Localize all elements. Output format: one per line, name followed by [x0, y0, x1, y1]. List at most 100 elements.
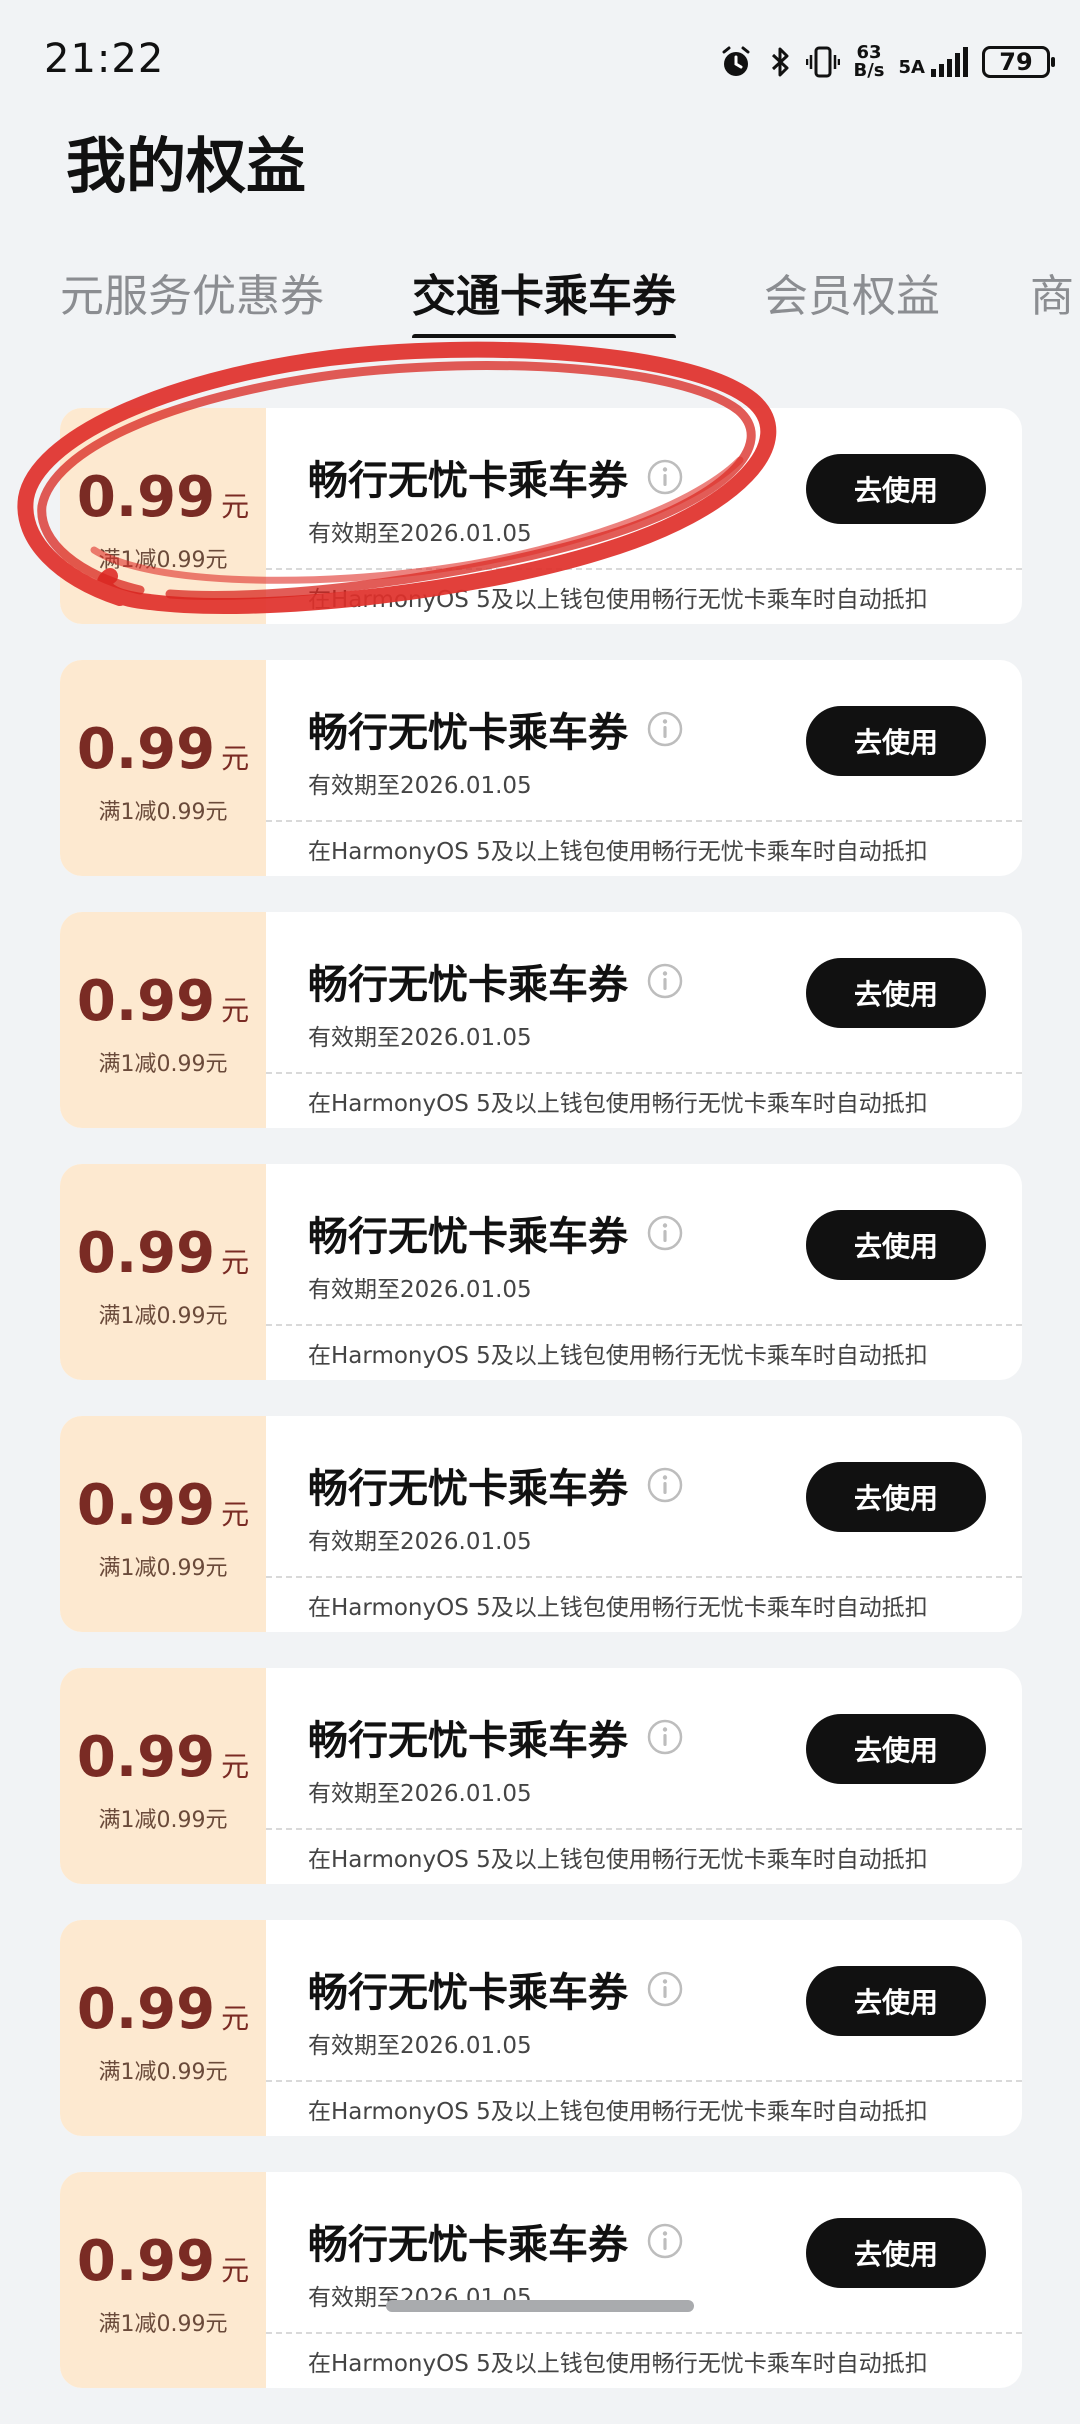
coupon-value-panel: 0.99 元 满1减0.99元: [60, 1920, 266, 2136]
coupon-details: 畅行无忧卡乘车券 有效期至2026.01.05 去使用 在HarmonyOS 5…: [266, 1164, 1022, 1380]
coupon-description: 在HarmonyOS 5及以上钱包使用畅行无忧卡乘车时自动抵扣: [308, 839, 928, 865]
coupon-description: 在HarmonyOS 5及以上钱包使用畅行无忧卡乘车时自动抵扣: [308, 1343, 928, 1369]
home-indicator[interactable]: [386, 2300, 694, 2312]
coupon-card[interactable]: 0.99 元 满1减0.99元 畅行无忧卡乘车券 有效期至2026.01.05 …: [60, 1164, 1022, 1380]
coupon-amount-row: 0.99 元: [77, 465, 249, 530]
tab-service-coupons[interactable]: 元服务优惠券: [60, 260, 324, 324]
info-icon[interactable]: [646, 1466, 684, 1504]
coupon-card[interactable]: 0.99 元 满1减0.99元 畅行无忧卡乘车券 有效期至2026.01.05 …: [60, 1920, 1022, 2136]
coupon-divider: [266, 820, 1022, 822]
coupon-divider: [266, 1828, 1022, 1830]
coupon-title: 畅行无忧卡乘车券: [308, 2222, 628, 2268]
coupon-details: 畅行无忧卡乘车券 有效期至2026.01.05 去使用 在HarmonyOS 5…: [266, 1416, 1022, 1632]
info-icon[interactable]: [646, 1718, 684, 1756]
coupon-divider: [266, 2332, 1022, 2334]
coupon-condition: 满1减0.99元: [98, 1807, 228, 1833]
use-coupon-button[interactable]: 去使用: [806, 1714, 986, 1784]
signal-icon: 5A: [899, 47, 968, 77]
coupon-unit: 元: [221, 741, 250, 775]
coupon-description: 在HarmonyOS 5及以上钱包使用畅行无忧卡乘车时自动抵扣: [308, 1595, 928, 1621]
use-coupon-button[interactable]: 去使用: [806, 706, 986, 776]
coupon-card[interactable]: 0.99 元 满1减0.99元 畅行无忧卡乘车券 有效期至2026.01.05 …: [60, 2172, 1022, 2388]
coupon-unit: 元: [221, 489, 250, 523]
coupon-validity: 有效期至2026.01.05: [308, 1781, 532, 1807]
tab-label: 会员权益: [764, 271, 940, 322]
coupon-amount-row: 0.99 元: [77, 1473, 249, 1538]
use-coupon-button[interactable]: 去使用: [806, 1966, 986, 2036]
coupon-title-row: 畅行无忧卡乘车券: [308, 1456, 684, 1514]
network-speed-unit: B/s: [853, 60, 885, 81]
coupon-title: 畅行无忧卡乘车券: [308, 1970, 628, 2016]
coupon-value-panel: 0.99 元 满1减0.99元: [60, 912, 266, 1128]
coupon-list: 0.99 元 满1减0.99元 畅行无忧卡乘车券 有效期至2026.01.05 …: [60, 408, 1022, 2424]
coupon-value-panel: 0.99 元 满1减0.99元: [60, 408, 266, 624]
coupon-card[interactable]: 0.99 元 满1减0.99元 畅行无忧卡乘车券 有效期至2026.01.05 …: [60, 1668, 1022, 1884]
coupon-unit: 元: [221, 1497, 250, 1531]
coupon-amount: 0.99: [76, 464, 216, 530]
coupon-title: 畅行无忧卡乘车券: [308, 710, 628, 756]
coupon-card[interactable]: 0.99 元 满1减0.99元 畅行无忧卡乘车券 有效期至2026.01.05 …: [60, 1416, 1022, 1632]
signal-bars: [931, 47, 968, 77]
coupon-description: 在HarmonyOS 5及以上钱包使用畅行无忧卡乘车时自动抵扣: [308, 2099, 928, 2125]
coupon-card[interactable]: 0.99 元 满1减0.99元 畅行无忧卡乘车券 有效期至2026.01.05 …: [60, 660, 1022, 876]
tab-active-indicator: [412, 334, 676, 338]
use-coupon-button[interactable]: 去使用: [806, 1462, 986, 1532]
coupon-title-row: 畅行无忧卡乘车券: [308, 2212, 684, 2270]
tab-transit-coupons[interactable]: 交通卡乘车券: [412, 260, 676, 338]
coupon-condition: 满1减0.99元: [98, 1555, 228, 1581]
coupon-title: 畅行无忧卡乘车券: [308, 458, 628, 504]
coupon-unit: 元: [221, 993, 250, 1027]
use-coupon-button[interactable]: 去使用: [806, 958, 986, 1028]
coupon-amount-row: 0.99 元: [77, 2229, 249, 2294]
coupon-details: 畅行无忧卡乘车券 有效期至2026.01.05 去使用 在HarmonyOS 5…: [266, 912, 1022, 1128]
coupon-amount-row: 0.99 元: [77, 1725, 249, 1790]
coupon-amount-row: 0.99 元: [77, 1977, 249, 2042]
info-icon[interactable]: [646, 1214, 684, 1252]
coupon-amount: 0.99: [76, 1220, 216, 1286]
coupon-unit: 元: [221, 1245, 250, 1279]
coupon-card[interactable]: 0.99 元 满1减0.99元 畅行无忧卡乘车券 有效期至2026.01.05 …: [60, 408, 1022, 624]
coupon-validity: 有效期至2026.01.05: [308, 1277, 532, 1303]
coupon-condition: 满1减0.99元: [98, 2311, 228, 2337]
info-icon[interactable]: [646, 1970, 684, 2008]
coupon-divider: [266, 2080, 1022, 2082]
coupon-unit: 元: [221, 1749, 250, 1783]
coupon-amount-row: 0.99 元: [77, 717, 249, 782]
coupon-title: 畅行无忧卡乘车券: [308, 1214, 628, 1260]
network-speed: 63 B/s: [854, 44, 885, 80]
alarm-icon: [718, 44, 754, 80]
info-icon[interactable]: [646, 962, 684, 1000]
coupon-details: 畅行无忧卡乘车券 有效期至2026.01.05 去使用 在HarmonyOS 5…: [266, 2172, 1022, 2388]
coupon-divider: [266, 1072, 1022, 1074]
coupon-title: 畅行无忧卡乘车券: [308, 1466, 628, 1512]
coupon-validity: 有效期至2026.01.05: [308, 1529, 532, 1555]
coupon-amount: 0.99: [76, 1976, 216, 2042]
tab-member-benefits[interactable]: 会员权益: [764, 260, 940, 324]
coupon-title-row: 畅行无忧卡乘车券: [308, 448, 684, 506]
coupon-divider: [266, 1576, 1022, 1578]
coupon-amount-row: 0.99 元: [77, 1221, 249, 1286]
use-coupon-button[interactable]: 去使用: [806, 1210, 986, 1280]
use-coupon-button[interactable]: 去使用: [806, 2218, 986, 2288]
page-title: 我的权益: [66, 132, 306, 202]
bluetooth-icon: [768, 44, 792, 80]
coupon-amount-row: 0.99 元: [77, 969, 249, 1034]
battery-icon: 79: [982, 46, 1055, 78]
info-icon[interactable]: [646, 458, 684, 496]
coupon-title-row: 畅行无忧卡乘车券: [308, 1960, 684, 2018]
coupon-unit: 元: [221, 2001, 250, 2035]
coupon-value-panel: 0.99 元 满1减0.99元: [60, 1668, 266, 1884]
coupon-amount: 0.99: [76, 1472, 216, 1538]
info-icon[interactable]: [646, 2222, 684, 2260]
coupon-title-row: 畅行无忧卡乘车券: [308, 952, 684, 1010]
coupon-amount: 0.99: [76, 968, 216, 1034]
use-coupon-button[interactable]: 去使用: [806, 454, 986, 524]
coupon-title: 畅行无忧卡乘车券: [308, 1718, 628, 1764]
coupon-card[interactable]: 0.99 元 满1减0.99元 畅行无忧卡乘车券 有效期至2026.01.05 …: [60, 912, 1022, 1128]
coupon-unit: 元: [221, 2253, 250, 2287]
info-icon[interactable]: [646, 710, 684, 748]
tab-more[interactable]: 商: [1030, 260, 1074, 324]
coupon-validity: 有效期至2026.01.05: [308, 773, 532, 799]
coupon-details: 畅行无忧卡乘车券 有效期至2026.01.05 去使用 在HarmonyOS 5…: [266, 660, 1022, 876]
coupon-details: 畅行无忧卡乘车券 有效期至2026.01.05 去使用 在HarmonyOS 5…: [266, 1668, 1022, 1884]
